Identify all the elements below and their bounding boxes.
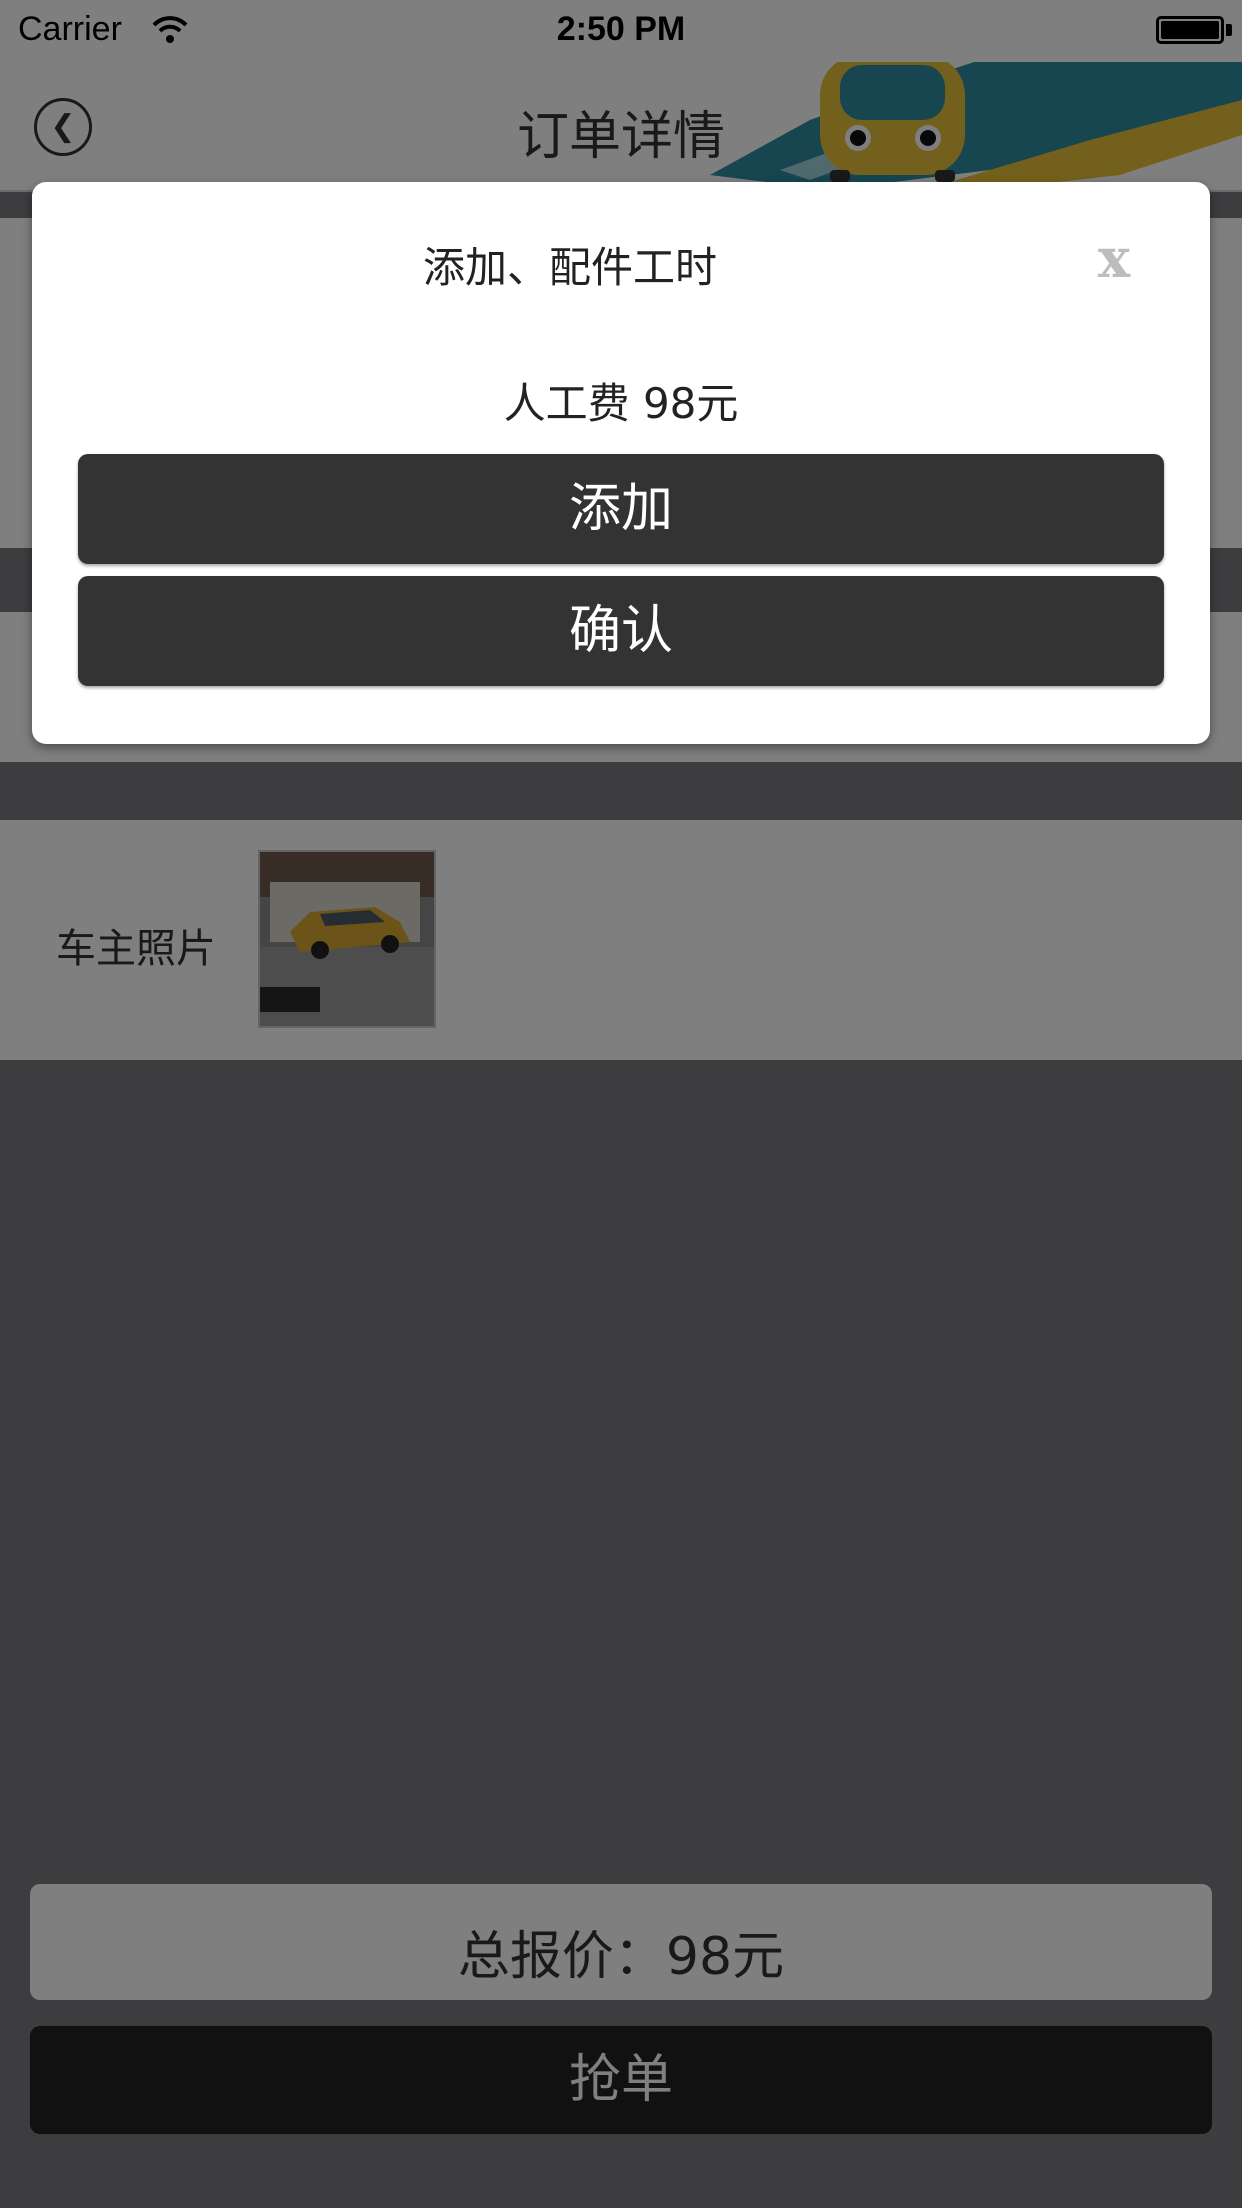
close-icon[interactable]: x <box>1086 230 1142 286</box>
add-button-label: 添加 <box>568 479 673 539</box>
confirm-button-label: 确认 <box>568 601 673 661</box>
confirm-button[interactable]: 确认 <box>78 576 1164 686</box>
dialog-title: 添加、配件工时 <box>422 243 717 292</box>
labor-fee-text: 人工费 98元 <box>503 379 739 428</box>
add-button[interactable]: 添加 <box>78 454 1164 564</box>
add-parts-labor-dialog: 添加、配件工时 x 人工费 98元 添加 确认 <box>32 182 1210 744</box>
